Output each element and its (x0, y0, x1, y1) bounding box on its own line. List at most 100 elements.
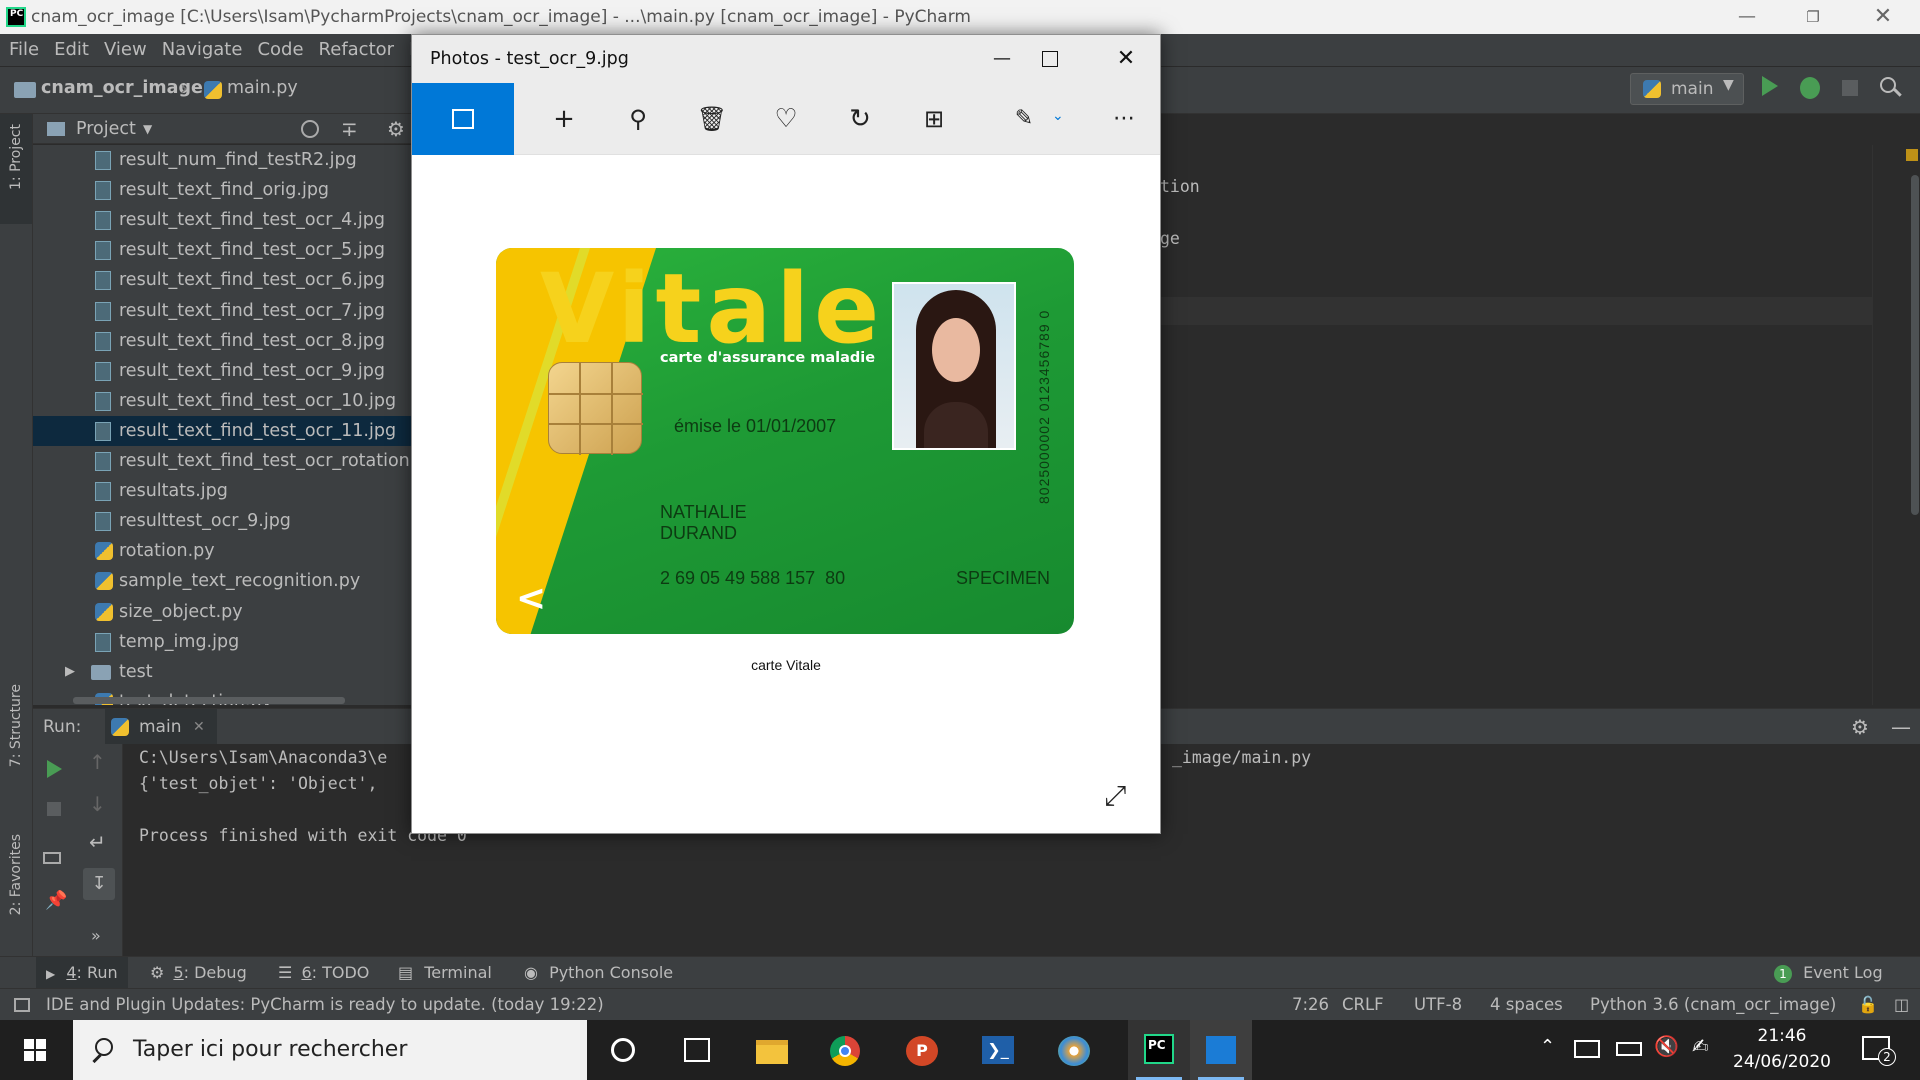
arrow-up-icon[interactable]: ↑ (89, 750, 106, 774)
expand-arrow-icon[interactable]: ▶ (65, 657, 75, 687)
tree-file[interactable]: result_text_find_test_ocr_10.jpg (33, 386, 413, 416)
menu-navigate[interactable]: Navigate (162, 39, 243, 60)
powershell-icon[interactable]: ❯_ (982, 1036, 1014, 1064)
tree-file[interactable]: rotation.py (33, 536, 413, 566)
tab-favorites[interactable]: 2: Favorites (8, 834, 24, 915)
chevron-up-icon[interactable]: ⌃ (1540, 1036, 1555, 1057)
rotate-icon[interactable]: ↻ (824, 83, 896, 155)
chevron-down-icon[interactable]: ⌄ (1052, 83, 1064, 149)
clock-time[interactable]: 21:46 (1732, 1026, 1832, 1046)
task-view-icon[interactable] (684, 1038, 710, 1062)
pin-icon[interactable]: 📌 (45, 890, 67, 911)
close-tab-icon[interactable]: ✕ (193, 709, 205, 745)
gear-icon[interactable]: ⚙ (1851, 709, 1869, 745)
photos-minimize-button[interactable]: — (972, 35, 1032, 83)
locate-icon[interactable] (301, 120, 319, 138)
debug-bug-icon[interactable] (1800, 77, 1820, 99)
tree-file[interactable]: resultats.jpg (33, 476, 413, 506)
tree-file[interactable]: size_object.py (33, 597, 413, 627)
see-all-photos-button[interactable] (412, 83, 514, 155)
lock-icon[interactable]: 🔓 (1858, 989, 1878, 1021)
breadcrumb-project[interactable]: cnam_ocr_image (41, 78, 203, 98)
paint-icon[interactable] (1058, 1036, 1090, 1066)
event-log-button[interactable]: 1 Event Log (1774, 957, 1883, 989)
favorite-heart-icon[interactable]: ♡ (750, 83, 822, 155)
rerun-icon[interactable] (47, 760, 62, 778)
photos-close-button[interactable]: ✕ (1096, 35, 1156, 83)
menu-edit[interactable]: Edit (54, 39, 89, 60)
project-tab-active[interactable]: 1: Project (0, 114, 32, 224)
windows-start-icon[interactable] (24, 1039, 46, 1061)
tab-project[interactable]: 1: Project (8, 124, 24, 190)
memory-indicator-icon[interactable]: ◫ (1894, 989, 1909, 1021)
menu-view[interactable]: View (104, 39, 147, 60)
indent-setting[interactable]: 4 spaces (1490, 989, 1563, 1021)
minimize-button[interactable]: — (1724, 0, 1770, 34)
tree-file[interactable]: result_text_find_test_ocr_5.jpg (33, 235, 413, 265)
network-icon[interactable] (1574, 1040, 1600, 1058)
collapse-all-icon[interactable]: ∓ (341, 114, 358, 144)
crop-icon[interactable]: ⊞ (898, 83, 970, 155)
tree-file[interactable]: result_text_find_test_ocr_8.jpg (33, 326, 413, 356)
file-explorer-icon[interactable] (756, 1040, 788, 1064)
cortana-icon[interactable] (611, 1038, 635, 1062)
more-options-icon[interactable]: ⋯ (1088, 83, 1160, 155)
pycharm-task[interactable]: PC (1128, 1020, 1190, 1080)
powerpoint-icon[interactable]: P (906, 1036, 938, 1066)
tree-file[interactable]: temp_img.jpg (33, 627, 413, 657)
tree-horizontal-scrollbar[interactable] (73, 697, 345, 704)
editor-area[interactable]: tion ge (1160, 145, 1872, 705)
chrome-icon[interactable] (830, 1036, 860, 1066)
menu-file[interactable]: File (9, 39, 39, 60)
breadcrumb-file[interactable]: main.py (227, 78, 298, 98)
menu-refactor[interactable]: Refactor (319, 39, 395, 60)
tooltab-todo[interactable]: ☰ 6: TODO (278, 957, 369, 989)
tooltab-python-console[interactable]: ◉ Python Console (524, 957, 673, 989)
tree-file[interactable]: resulttest_ocr_9.jpg (33, 506, 413, 536)
editor-scrollbar[interactable] (1911, 175, 1919, 515)
tree-file[interactable]: result_text_find_test_ocr_4.jpg (33, 205, 413, 235)
stop-icon[interactable] (1842, 80, 1858, 96)
run-tab-main[interactable]: main ✕ (105, 709, 217, 745)
soft-wrap-icon[interactable]: ↵ (89, 830, 106, 854)
gear-icon[interactable]: ⚙ (387, 114, 405, 144)
delete-icon[interactable]: 🗑 (676, 83, 748, 155)
tree-file[interactable]: result_text_find_test_ocr_6.jpg (33, 265, 413, 295)
battery-icon[interactable] (1616, 1042, 1642, 1056)
run-config-dropdown[interactable]: main ▼ (1630, 73, 1744, 105)
run-icon[interactable] (1762, 76, 1778, 96)
scroll-to-end-icon[interactable]: ↧ (83, 868, 115, 900)
tree-file[interactable]: result_num_find_testR2.jpg (33, 145, 413, 175)
volume-muted-icon[interactable]: 🔇 (1654, 1034, 1679, 1058)
fullscreen-expand-icon[interactable]: ⤢ (1104, 779, 1126, 813)
tree-file[interactable]: result_text_find_test_ocr_9.jpg (33, 356, 413, 386)
zoom-icon[interactable]: ⚲ (602, 83, 674, 155)
close-button[interactable]: ✕ (1860, 0, 1906, 34)
photos-task[interactable] (1190, 1020, 1252, 1080)
tooltab-run[interactable]: ▶ 4: Run (36, 957, 128, 989)
status-message[interactable]: IDE and Plugin Updates: PyCharm is ready… (46, 989, 604, 1021)
python-interpreter[interactable]: Python 3.6 (cnam_ocr_image) (1590, 989, 1836, 1021)
menu-code[interactable]: Code (257, 39, 303, 60)
stop-icon[interactable] (47, 802, 61, 816)
tree-folder[interactable]: ▶ test (33, 657, 413, 687)
tree-file[interactable]: result_text_find_test_ocr_rotation.jpg (33, 446, 413, 476)
layout-icon[interactable] (43, 852, 61, 864)
tooltab-terminal[interactable]: ▤ Terminal (398, 957, 492, 989)
tree-file[interactable]: result_text_find_test_ocr_11.jpg (33, 415, 413, 446)
tree-file[interactable]: result_text_find_orig.jpg (33, 175, 413, 205)
toggle-tool-windows-icon[interactable] (14, 998, 30, 1012)
tree-file[interactable]: sample_text_recognition.py (33, 566, 413, 596)
arrow-down-icon[interactable]: ↓ (89, 792, 106, 816)
edit-create-icon[interactable]: ✎ (994, 83, 1054, 155)
project-panel-title[interactable]: Project (76, 114, 136, 144)
add-button[interactable]: + (528, 83, 600, 155)
caret-position[interactable]: 7:26 (1292, 989, 1329, 1021)
clock-date[interactable]: 24/06/2020 (1732, 1052, 1832, 1072)
tooltab-debug[interactable]: ⚙ 5: Debug (150, 957, 247, 989)
chevron-down-icon[interactable]: ▼ (143, 114, 152, 144)
file-encoding[interactable]: UTF-8 (1414, 989, 1462, 1021)
tab-structure[interactable]: 7: Structure (8, 684, 24, 767)
more-icon[interactable]: » (91, 926, 101, 945)
pen-icon[interactable]: ✍ (1692, 1034, 1709, 1058)
